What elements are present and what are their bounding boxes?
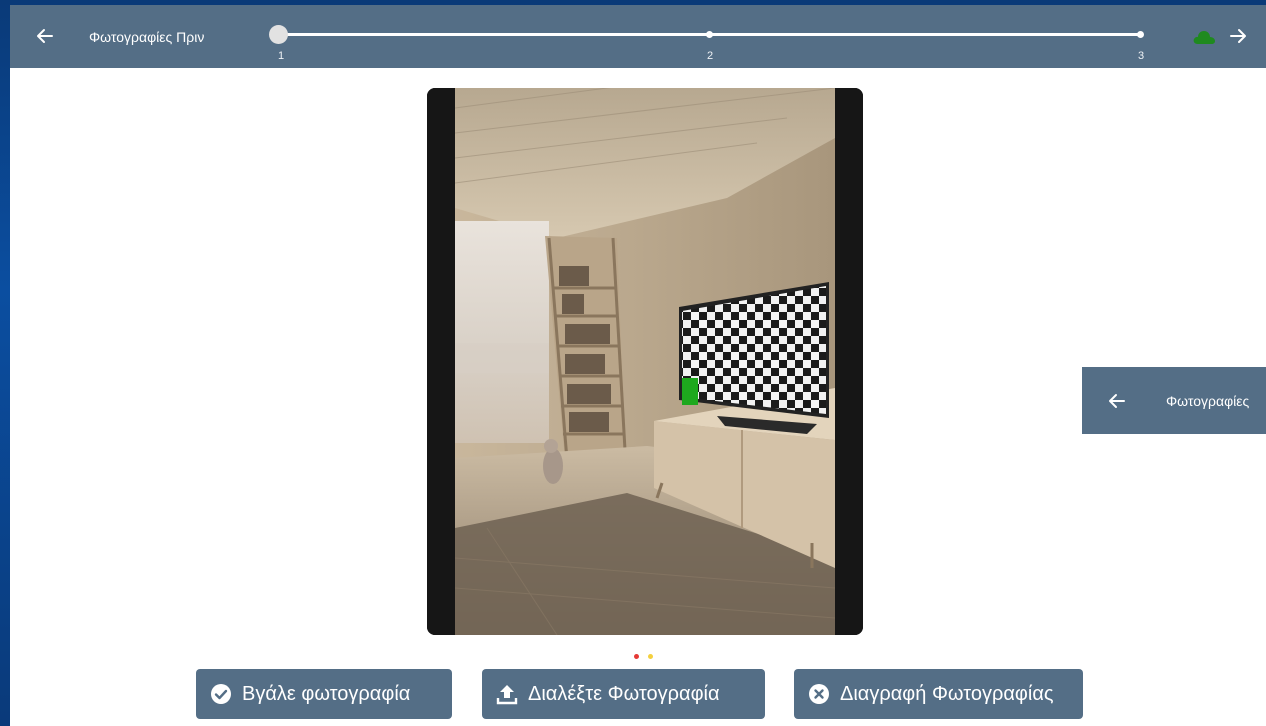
page-title: Φωτογραφίες Πριν — [89, 29, 205, 45]
close-circle-icon — [809, 684, 829, 704]
take-photo-button[interactable]: Βγάλε φωτογραφία — [196, 669, 452, 719]
step-label-2: 2 — [707, 50, 714, 62]
choose-photo-label: Διαλέξτε Φωτογραφία — [528, 682, 720, 705]
delete-photo-button[interactable]: Διαγραφή Φωτογραφίας — [794, 669, 1083, 719]
delete-photo-label: Διαγραφή Φωτογραφίας — [840, 682, 1054, 705]
overlay-page-title: Φωτογραφίες — [1166, 393, 1250, 409]
arrow-left-icon[interactable] — [36, 27, 54, 45]
photo-preview[interactable] — [427, 88, 863, 635]
take-photo-label: Βγάλε φωτογραφία — [242, 682, 411, 705]
app-window: Φωτογραφίες Πριν 1 2 3 Βγάλε φωτογραφία … — [10, 5, 1266, 726]
check-circle-icon — [211, 684, 231, 704]
choose-photo-button[interactable]: Διαλέξτε Φωτογραφία — [482, 669, 765, 719]
arrow-left-icon[interactable] — [1108, 392, 1126, 410]
carousel-dot[interactable] — [648, 654, 653, 659]
cloud-icon — [1193, 31, 1215, 44]
arrow-right-icon[interactable] — [1229, 27, 1247, 45]
step-3-dot[interactable] — [1137, 31, 1144, 38]
carousel-dot-active[interactable] — [634, 654, 639, 659]
room-photo-image — [427, 88, 863, 635]
upload-icon — [496, 685, 518, 705]
step-label-1: 1 — [278, 50, 285, 62]
step-label-3: 3 — [1138, 50, 1145, 62]
overlapping-app-bar: Φωτογραφίες — [1082, 367, 1266, 434]
step-2-dot[interactable] — [706, 31, 713, 38]
carousel-indicator — [634, 654, 658, 660]
step-slider-handle[interactable] — [269, 25, 288, 44]
top-app-bar: Φωτογραφίες Πριν 1 2 3 — [10, 5, 1266, 68]
